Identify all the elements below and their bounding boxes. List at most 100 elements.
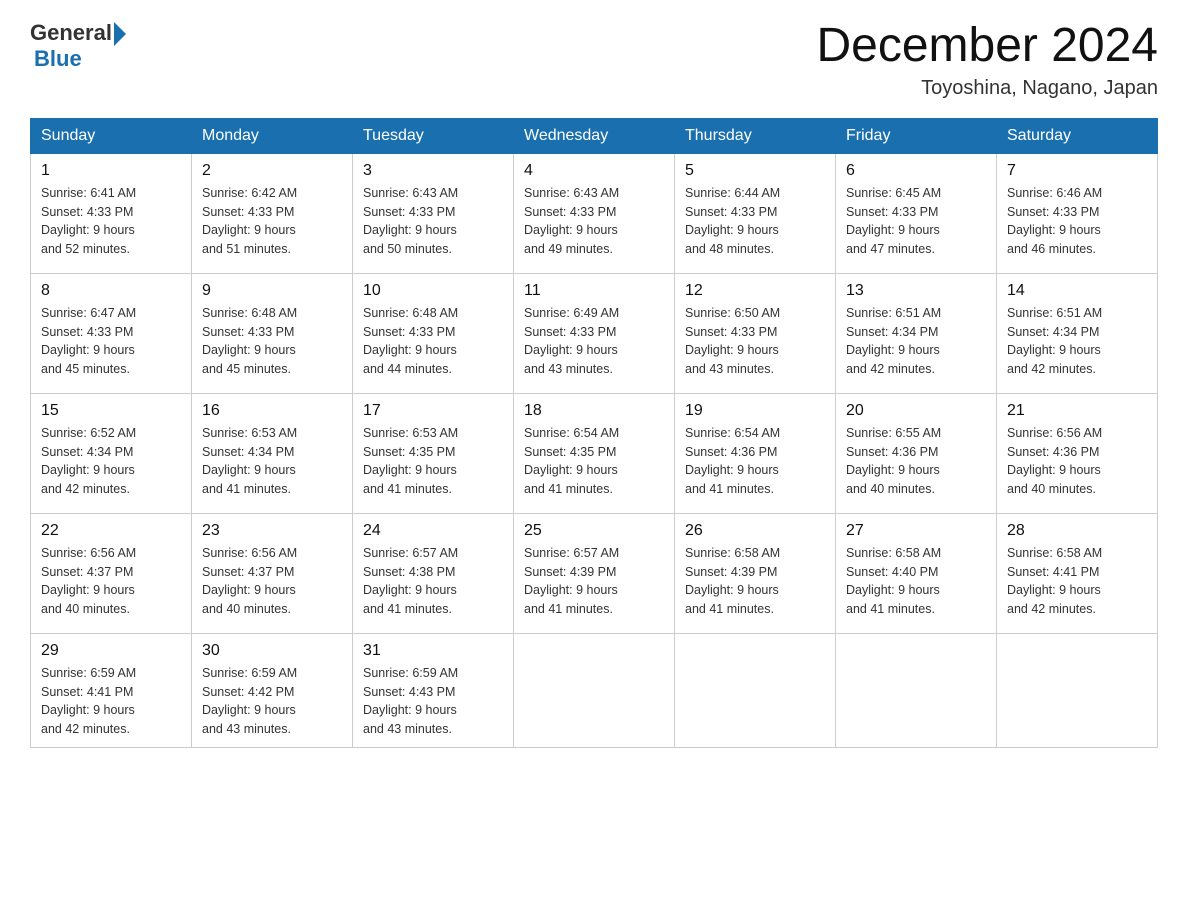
day-number: 31 <box>363 642 503 660</box>
day-info: Sunrise: 6:53 AMSunset: 4:35 PMDaylight:… <box>363 424 503 499</box>
day-info: Sunrise: 6:50 AMSunset: 4:33 PMDaylight:… <box>685 304 825 379</box>
page-header: General Blue December 2024 Toyoshina, Na… <box>30 20 1158 100</box>
col-header-thursday: Thursday <box>675 118 836 153</box>
calendar-cell: 22 Sunrise: 6:56 AMSunset: 4:37 PMDayligh… <box>31 513 192 633</box>
logo-blue-text: Blue <box>34 46 82 71</box>
calendar-cell: 24Sunrise: 6:57 AMSunset: 4:38 PMDayligh… <box>353 513 514 633</box>
day-info: Sunrise: 6:41 AMSunset: 4:33 PMDaylight:… <box>41 184 181 259</box>
day-info: Sunrise: 6:53 AMSunset: 4:34 PMDaylight:… <box>202 424 342 499</box>
calendar-cell: 21 Sunrise: 6:56 AMSunset: 4:36 PMDayligh… <box>997 393 1158 513</box>
day-info: Sunrise: 6:51 AMSunset: 4:34 PMDaylight:… <box>846 304 986 379</box>
day-number: 12 <box>685 282 825 300</box>
calendar-header-row: SundayMondayTuesdayWednesdayThursdayFrid… <box>31 118 1158 153</box>
day-info: Sunrise: 6:52 AMSunset: 4:34 PMDaylight:… <box>41 424 181 499</box>
day-info: Sunrise: 6:58 AMSunset: 4:40 PMDaylight:… <box>846 544 986 619</box>
calendar-cell: 31 Sunrise: 6:59 AMSunset: 4:43 PMDayligh… <box>353 633 514 747</box>
day-number: 28 <box>1007 522 1147 540</box>
day-number: 19 <box>685 402 825 420</box>
day-number: 20 <box>846 402 986 420</box>
day-number: 8 <box>41 282 181 300</box>
day-info: Sunrise: 6:48 AMSunset: 4:33 PMDaylight:… <box>363 304 503 379</box>
day-number: 16 <box>202 402 342 420</box>
calendar-cell <box>514 633 675 747</box>
day-info: Sunrise: 6:44 AMSunset: 4:33 PMDaylight:… <box>685 184 825 259</box>
day-info: Sunrise: 6:59 AMSunset: 4:43 PMDaylight:… <box>363 664 503 739</box>
day-number: 7 <box>1007 162 1147 180</box>
day-info: Sunrise: 6:56 AMSunset: 4:37 PMDaylight:… <box>202 544 342 619</box>
day-number: 9 <box>202 282 342 300</box>
calendar-cell: 25 Sunrise: 6:57 AMSunset: 4:39 PMDayligh… <box>514 513 675 633</box>
calendar-cell: 10Sunrise: 6:48 AMSunset: 4:33 PMDayligh… <box>353 273 514 393</box>
day-info: Sunrise: 6:57 AMSunset: 4:39 PMDaylight:… <box>524 544 664 619</box>
day-info: Sunrise: 6:49 AMSunset: 4:33 PMDaylight:… <box>524 304 664 379</box>
calendar-cell: 15 Sunrise: 6:52 AMSunset: 4:34 PMDayligh… <box>31 393 192 513</box>
calendar-cell: 20 Sunrise: 6:55 AMSunset: 4:36 PMDayligh… <box>836 393 997 513</box>
calendar-cell: 27 Sunrise: 6:58 AMSunset: 4:40 PMDayligh… <box>836 513 997 633</box>
day-info: Sunrise: 6:54 AMSunset: 4:35 PMDaylight:… <box>524 424 664 499</box>
calendar-week-row: 15 Sunrise: 6:52 AMSunset: 4:34 PMDayligh… <box>31 393 1158 513</box>
day-number: 4 <box>524 162 664 180</box>
calendar-cell: 13 Sunrise: 6:51 AMSunset: 4:34 PMDayligh… <box>836 273 997 393</box>
calendar-cell <box>675 633 836 747</box>
calendar-cell: 1 Sunrise: 6:41 AMSunset: 4:33 PMDaylight… <box>31 153 192 273</box>
day-number: 25 <box>524 522 664 540</box>
calendar-cell: 5Sunrise: 6:44 AMSunset: 4:33 PMDaylight… <box>675 153 836 273</box>
calendar-week-row: 22 Sunrise: 6:56 AMSunset: 4:37 PMDayligh… <box>31 513 1158 633</box>
day-info: Sunrise: 6:56 AMSunset: 4:36 PMDaylight:… <box>1007 424 1147 499</box>
day-number: 14 <box>1007 282 1147 300</box>
day-number: 13 <box>846 282 986 300</box>
day-info: Sunrise: 6:43 AMSunset: 4:33 PMDaylight:… <box>363 184 503 259</box>
day-info: Sunrise: 6:47 AMSunset: 4:33 PMDaylight:… <box>41 304 181 379</box>
day-number: 27 <box>846 522 986 540</box>
day-number: 18 <box>524 402 664 420</box>
col-header-tuesday: Tuesday <box>353 118 514 153</box>
day-number: 23 <box>202 522 342 540</box>
day-number: 15 <box>41 402 181 420</box>
day-info: Sunrise: 6:54 AMSunset: 4:36 PMDaylight:… <box>685 424 825 499</box>
day-number: 6 <box>846 162 986 180</box>
calendar-week-row: 29 Sunrise: 6:59 AMSunset: 4:41 PMDayligh… <box>31 633 1158 747</box>
day-number: 21 <box>1007 402 1147 420</box>
day-number: 29 <box>41 642 181 660</box>
calendar-cell <box>836 633 997 747</box>
calendar-table: SundayMondayTuesdayWednesdayThursdayFrid… <box>30 118 1158 748</box>
location: Toyoshina, Nagano, Japan <box>816 77 1158 100</box>
col-header-sunday: Sunday <box>31 118 192 153</box>
calendar-cell: 19 Sunrise: 6:54 AMSunset: 4:36 PMDayligh… <box>675 393 836 513</box>
col-header-friday: Friday <box>836 118 997 153</box>
logo-arrow-icon <box>114 22 126 46</box>
day-number: 22 <box>41 522 181 540</box>
calendar-cell <box>997 633 1158 747</box>
calendar-cell: 7 Sunrise: 6:46 AMSunset: 4:33 PMDaylight… <box>997 153 1158 273</box>
logo: General Blue <box>30 20 126 72</box>
calendar-cell: 3 Sunrise: 6:43 AMSunset: 4:33 PMDaylight… <box>353 153 514 273</box>
calendar-week-row: 1 Sunrise: 6:41 AMSunset: 4:33 PMDaylight… <box>31 153 1158 273</box>
day-info: Sunrise: 6:58 AMSunset: 4:39 PMDaylight:… <box>685 544 825 619</box>
day-info: Sunrise: 6:59 AMSunset: 4:42 PMDaylight:… <box>202 664 342 739</box>
day-number: 2 <box>202 162 342 180</box>
day-info: Sunrise: 6:58 AMSunset: 4:41 PMDaylight:… <box>1007 544 1147 619</box>
calendar-cell: 14 Sunrise: 6:51 AMSunset: 4:34 PMDayligh… <box>997 273 1158 393</box>
col-header-saturday: Saturday <box>997 118 1158 153</box>
calendar-cell: 23 Sunrise: 6:56 AMSunset: 4:37 PMDayligh… <box>192 513 353 633</box>
calendar-cell: 12 Sunrise: 6:50 AMSunset: 4:33 PMDayligh… <box>675 273 836 393</box>
month-title: December 2024 <box>816 20 1158 73</box>
day-number: 26 <box>685 522 825 540</box>
day-number: 17 <box>363 402 503 420</box>
day-info: Sunrise: 6:46 AMSunset: 4:33 PMDaylight:… <box>1007 184 1147 259</box>
day-number: 1 <box>41 162 181 180</box>
day-info: Sunrise: 6:59 AMSunset: 4:41 PMDaylight:… <box>41 664 181 739</box>
day-info: Sunrise: 6:51 AMSunset: 4:34 PMDaylight:… <box>1007 304 1147 379</box>
calendar-cell: 8 Sunrise: 6:47 AMSunset: 4:33 PMDaylight… <box>31 273 192 393</box>
col-header-wednesday: Wednesday <box>514 118 675 153</box>
day-number: 3 <box>363 162 503 180</box>
calendar-cell: 30Sunrise: 6:59 AMSunset: 4:42 PMDayligh… <box>192 633 353 747</box>
day-info: Sunrise: 6:55 AMSunset: 4:36 PMDaylight:… <box>846 424 986 499</box>
day-info: Sunrise: 6:56 AMSunset: 4:37 PMDaylight:… <box>41 544 181 619</box>
day-info: Sunrise: 6:45 AMSunset: 4:33 PMDaylight:… <box>846 184 986 259</box>
calendar-cell: 29 Sunrise: 6:59 AMSunset: 4:41 PMDayligh… <box>31 633 192 747</box>
calendar-cell: 17 Sunrise: 6:53 AMSunset: 4:35 PMDayligh… <box>353 393 514 513</box>
col-header-monday: Monday <box>192 118 353 153</box>
title-block: December 2024 Toyoshina, Nagano, Japan <box>816 20 1158 100</box>
calendar-cell: 9Sunrise: 6:48 AMSunset: 4:33 PMDaylight… <box>192 273 353 393</box>
